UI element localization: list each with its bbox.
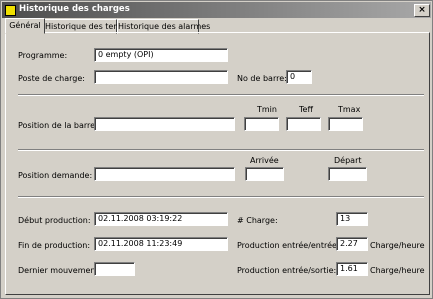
close-button[interactable]: × — [414, 4, 430, 17]
teff-field[interactable] — [286, 117, 321, 131]
dernier-mouvement-label: Dernier mouvement: — [18, 266, 102, 275]
poste-field[interactable] — [94, 70, 228, 84]
tmin-field[interactable] — [244, 117, 279, 131]
app-icon — [5, 5, 16, 16]
arrivee-label: Arrivée — [250, 156, 279, 165]
position-barre-label: Position de la barre: — [18, 121, 98, 130]
depart-field[interactable] — [328, 167, 367, 181]
depart-label: Départ — [334, 156, 362, 165]
tmax-field[interactable] — [328, 117, 363, 131]
arrivee-field[interactable] — [245, 167, 284, 181]
no-barre-label: No de barre: — [237, 74, 287, 83]
dernier-mouvement-field[interactable] — [94, 262, 135, 276]
debut-production-field[interactable]: 02.11.2008 03:19:22 — [94, 212, 228, 226]
title-bar[interactable]: Historique des charges × — [2, 2, 431, 18]
debut-production-label: Début production: — [18, 216, 91, 225]
poste-label: Poste de charge: — [18, 74, 85, 83]
production-es-unit: Charge/heure — [370, 266, 425, 275]
no-barre-field[interactable]: 0 — [286, 70, 312, 84]
charge-count-field[interactable]: 13 — [336, 212, 368, 226]
separator — [18, 94, 424, 96]
production-ee-unit: Charge/heure — [370, 241, 425, 250]
position-barre-field[interactable] — [94, 117, 235, 131]
separator — [18, 149, 424, 151]
production-es-field[interactable]: 1.61 — [336, 262, 368, 276]
separator — [18, 196, 424, 198]
position-demande-label: Position demande: — [18, 171, 93, 180]
general-panel: Programme: 0 empty (OPI) Poste de charge… — [5, 32, 430, 295]
tmin-label: Tmin — [257, 105, 277, 114]
programme-field[interactable]: 0 empty (OPI) — [94, 48, 228, 62]
tab-general[interactable]: Général — [5, 18, 45, 34]
window-title: Historique des charges — [19, 4, 130, 14]
production-ee-label: Production entrée/entrée: — [237, 241, 340, 250]
fin-production-field[interactable]: 02.11.2008 11:23:49 — [94, 237, 228, 251]
production-ee-field[interactable]: 2.27 — [336, 237, 368, 251]
tmax-label: Tmax — [338, 105, 361, 114]
charge-history-window: Historique des charges × Général Histori… — [0, 0, 433, 299]
fin-production-label: Fin de production: — [18, 241, 91, 250]
position-demande-field[interactable] — [94, 167, 235, 181]
teff-label: Teff — [299, 105, 313, 114]
production-es-label: Production entrée/sortie: — [237, 266, 337, 275]
programme-label: Programme: — [18, 51, 68, 60]
charge-count-label: # Charge: — [237, 216, 278, 225]
